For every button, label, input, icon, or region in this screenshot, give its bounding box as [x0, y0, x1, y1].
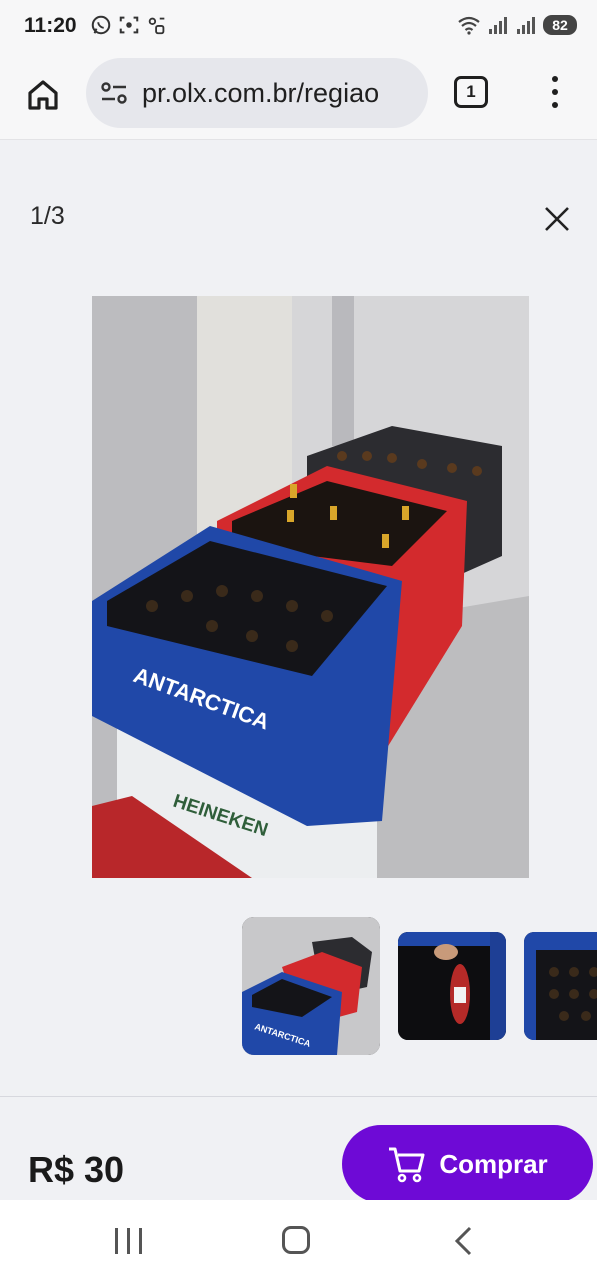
purchase-bar: R$ 30 Comprar	[0, 1096, 597, 1203]
price: R$ 30	[28, 1149, 125, 1190]
home-icon	[28, 80, 58, 110]
browser-toolbar: pr.olx.com.br/regiao 1	[0, 54, 597, 140]
cart-icon	[389, 1147, 425, 1183]
back-icon[interactable]	[452, 1226, 476, 1256]
buy-button[interactable]: Comprar	[342, 1125, 593, 1203]
signal-icon	[489, 17, 507, 34]
close-icon[interactable]	[540, 202, 574, 236]
notification-icons	[90, 14, 168, 36]
address-bar[interactable]: pr.olx.com.br/regiao	[86, 58, 428, 128]
site-settings-icon[interactable]	[100, 80, 128, 106]
whatsapp-icon	[91, 15, 111, 35]
recents-icon[interactable]	[115, 1228, 142, 1254]
image-counter: 1/3	[30, 202, 65, 230]
thumbnail-3[interactable]	[524, 932, 597, 1040]
system-nav-bar	[0, 1200, 597, 1280]
url-text: pr.olx.com.br/regiao	[142, 77, 380, 108]
buy-button-label: Comprar	[439, 1148, 548, 1179]
thumbnail-2[interactable]	[398, 932, 506, 1040]
system-icons: 82	[457, 14, 577, 36]
screenshot-icon	[119, 16, 139, 34]
more-vert-icon[interactable]	[540, 72, 570, 112]
home-button[interactable]	[22, 74, 64, 116]
status-bar: 11:20 82	[0, 0, 597, 54]
image-gallery: 1/3 HEINEKEN ANTARCTICA ANTARCTICA	[0, 140, 597, 1096]
tabs-button[interactable]: 1	[454, 76, 488, 108]
battery-icon: 82	[543, 15, 577, 35]
voicemail-icon	[148, 17, 165, 35]
wifi-icon	[458, 16, 480, 35]
status-time: 11:20	[24, 14, 77, 37]
signal-icon	[517, 17, 535, 34]
main-photo[interactable]: HEINEKEN ANTARCTICA	[92, 296, 529, 878]
tab-count: 1	[466, 82, 476, 101]
home-nav-icon[interactable]	[282, 1226, 310, 1254]
thumbnail-1[interactable]: ANTARCTICA	[242, 917, 380, 1055]
